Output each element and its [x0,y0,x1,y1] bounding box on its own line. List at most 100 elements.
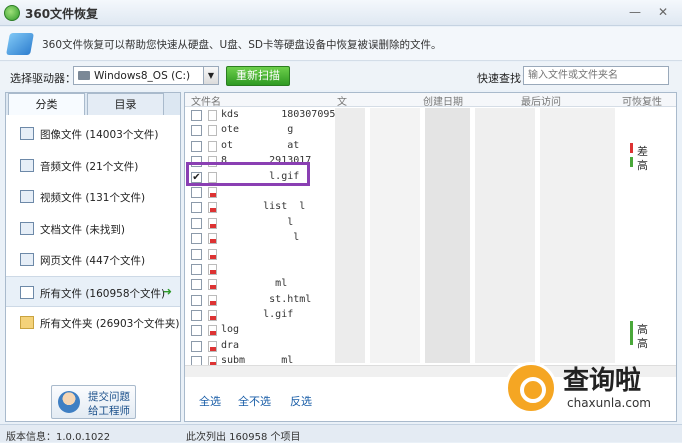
row-checkbox[interactable] [191,310,202,322]
deleted-file-icon [208,217,217,229]
deleted-file-icon [208,233,217,245]
window-title: 360文件恢复 [25,7,99,21]
col-created[interactable]: 创建日期 [423,93,463,108]
sidebar-item-all-files[interactable]: 所有文件 (160958个文件) ➜ [6,275,180,307]
arrow-right-icon: ➜ [162,284,172,298]
chevron-down-icon[interactable]: ▼ [203,67,218,84]
row-checkbox[interactable] [191,110,202,121]
file-name: st.html [221,293,312,305]
file-name: log [221,324,240,336]
deleted-file-icon [208,186,217,198]
file-icon [208,140,217,152]
sidebar-item-label: 音频文件 (21个文件) [40,160,139,173]
tab-directory[interactable]: 目录 [87,93,164,115]
row-checkbox[interactable] [191,340,202,352]
info-bar: 360文件恢复可以帮助您快速从硬盘、U盘、SD卡等硬盘设备中恢复被误删除的文件。 [0,27,682,61]
version-info: 版本信息：1.0.0.1022 [6,432,111,443]
row-checkbox[interactable] [191,186,202,198]
high-bar [630,157,633,167]
select-all-button[interactable]: 全选 [199,393,221,409]
invert-selection-button[interactable]: 反选 [290,393,312,409]
file-name: ote g [221,124,294,136]
toolbar: 选择驱动器： Windows8_OS (C:) ▼ 重新扫描 快速查找： [0,62,682,90]
drive-value: Windows8_OS (C:) [94,70,191,82]
recoverability-high: 高 [637,159,648,172]
row-checkbox[interactable] [191,248,202,260]
sidebar-item-label: 所有文件 (160958个文件) [40,287,166,300]
help-label-line1: 提交问题 [88,391,130,403]
drive-icon [78,71,90,80]
select-none-button[interactable]: 全不选 [238,393,271,409]
music-icon [20,158,34,172]
file-name: l.gif [221,309,294,321]
row-checkbox[interactable] [191,140,202,152]
folder-icon [20,316,34,329]
watermark-brand: 查询啦 [563,366,642,396]
file-name: l [221,232,300,244]
file-name: kds 1803070952. [221,109,348,120]
recoverability-column: 差 高 高 高 [625,108,676,368]
minimize-button[interactable]: — [626,3,644,21]
engineer-icon [58,391,80,413]
deleted-file-icon [208,310,217,322]
sidebar-item-label: 网页文件 (447个文件) [40,255,146,267]
category-list: 图像文件 (14003个文件) 音频文件 (21个文件) 视频文件 (131个文… [6,118,180,339]
file-icon [208,125,217,137]
close-button[interactable]: ✕ [654,3,672,21]
deleted-file-icon [208,294,217,306]
file-name: l [221,216,294,228]
poor-bar [630,143,633,153]
row-checkbox[interactable] [191,263,202,275]
row-checkbox[interactable] [191,202,202,214]
blurred-region [475,108,535,363]
sidebar-item-video[interactable]: 视频文件 (131个文件) [6,181,180,213]
col-type[interactable]: 文 [337,93,347,108]
file-name: ot at [221,139,300,151]
row-checkbox[interactable] [191,325,202,337]
row-checkbox[interactable] [191,294,202,306]
row-checkbox[interactable] [191,125,202,137]
row-checkbox[interactable] [191,217,202,229]
col-last-access[interactable]: 最后访问 [521,93,561,108]
search-logo-icon [505,362,557,414]
submit-issue-button[interactable]: 提交问题 给工程师 [51,385,136,419]
high-bar [630,321,633,345]
sidebar-item-webpages[interactable]: 网页文件 (447个文件) [6,244,180,276]
deleted-file-icon [208,340,217,352]
sidebar-item-all-folders[interactable]: 所有文件夹 (26903个文件夹) [6,307,180,339]
col-filename[interactable]: 文件名 [191,93,221,108]
help-label-line2: 给工程师 [88,405,130,417]
sidebar: 分类 目录 图像文件 (14003个文件) 音频文件 (21个文件) 视频文件 … [5,92,181,422]
document-icon [20,221,34,235]
row-checkbox[interactable] [191,279,202,291]
file-name: ml [221,278,288,290]
search-input[interactable] [523,66,669,85]
eraser-icon [6,33,34,55]
file-name: dra [221,339,240,351]
row-checkbox[interactable] [191,233,202,245]
sidebar-item-documents[interactable]: 文档文件 (未找到) [6,213,180,245]
status-bar: 版本信息：1.0.0.1022 此次列出 160958 个项目 [0,424,682,443]
blurred-region [425,108,470,363]
video-icon [20,190,34,203]
recoverability-high: 高 [637,337,648,350]
sidebar-item-label: 文档文件 (未找到) [40,223,126,236]
col-recoverability[interactable]: 可恢复性 [622,93,662,108]
sidebar-item-images[interactable]: 图像文件 (14003个文件) [6,118,180,150]
tab-category[interactable]: 分类 [8,93,85,115]
deleted-file-icon [208,248,217,260]
column-header: 文件名 文 创建日期 最后访问 可恢复性 [185,93,676,108]
blurred-region [370,108,420,363]
app-logo-icon [4,5,20,21]
deleted-file-icon [208,325,217,337]
watermark-url: chaxunla.com [567,396,651,410]
deleted-file-icon [208,279,217,291]
drive-select[interactable]: Windows8_OS (C:) ▼ [73,66,219,85]
file-icon [208,110,217,121]
rescan-button[interactable]: 重新扫描 [226,66,290,86]
sidebar-item-label: 视频文件 (131个文件) [40,192,146,204]
drive-label: 选择驱动器： [10,72,76,85]
file-name: list l [221,201,306,213]
sidebar-item-label: 图像文件 (14003个文件) [40,129,159,141]
sidebar-item-audio[interactable]: 音频文件 (21个文件) [6,150,180,182]
